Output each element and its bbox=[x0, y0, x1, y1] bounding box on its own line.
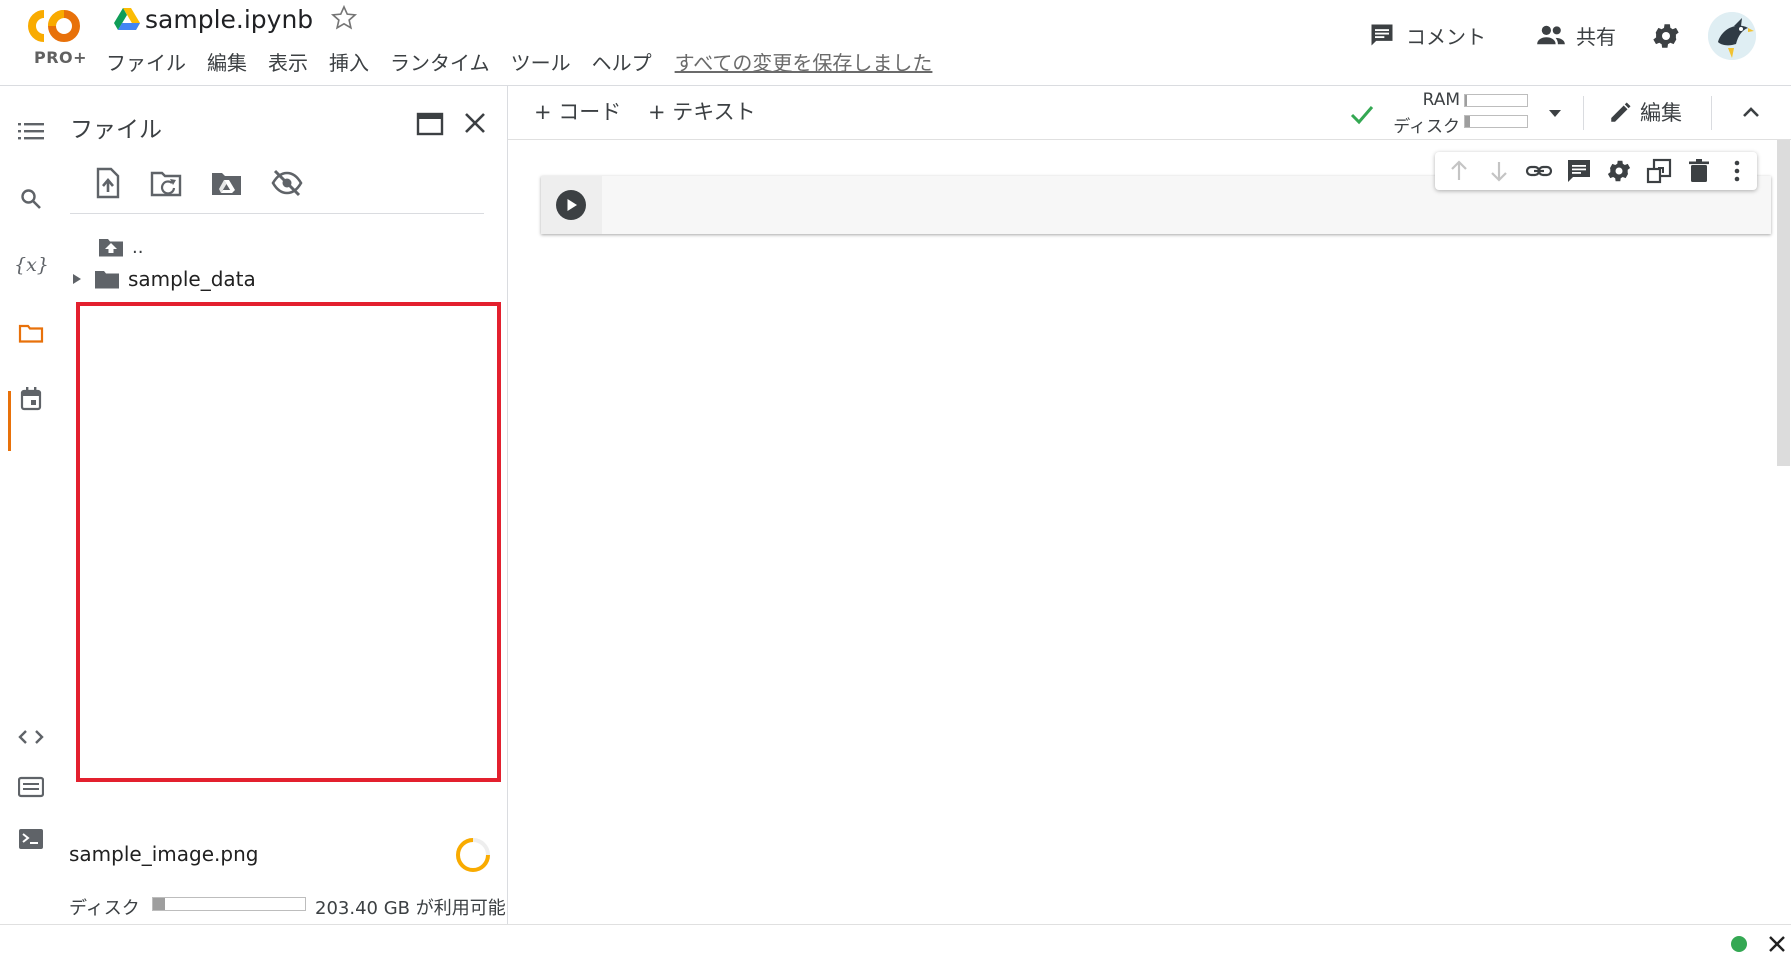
rail-files-button[interactable] bbox=[16, 318, 46, 348]
open-in-tab-icon[interactable] bbox=[416, 110, 444, 138]
rail-variables-button[interactable]: {x} bbox=[14, 250, 48, 280]
colab-logo-icon bbox=[28, 10, 80, 42]
comment-icon bbox=[1371, 24, 1393, 46]
save-status-link[interactable]: すべての変更を保存しました bbox=[675, 47, 933, 76]
table-of-contents-icon bbox=[18, 123, 44, 140]
add-text-cell-button[interactable]: + テキスト bbox=[648, 96, 756, 126]
edit-button[interactable]: 編集 bbox=[1608, 96, 1682, 128]
disk-label[interactable]: ディスク bbox=[1380, 112, 1460, 137]
notebook-toolbar: + コード + テキスト RAM ディスク 編集 bbox=[508, 86, 1791, 140]
comment-label: コメント bbox=[1406, 24, 1486, 49]
link-icon[interactable] bbox=[1525, 157, 1553, 185]
ram-usage-fill bbox=[1465, 95, 1468, 106]
menu-tools[interactable]: ツール bbox=[511, 47, 571, 76]
upload-file-icon[interactable] bbox=[90, 166, 124, 200]
people-icon bbox=[1537, 25, 1565, 45]
code-brackets-icon bbox=[18, 730, 44, 744]
disk-meter-fill bbox=[1465, 116, 1470, 127]
notebook-title[interactable]: sample.ipynb bbox=[145, 2, 313, 38]
colab-logo[interactable]: PRO+ bbox=[22, 6, 92, 67]
mirror-cell-icon[interactable] bbox=[1645, 157, 1673, 185]
file-panel: ファイル .. sample_data sample_image.png ディス… bbox=[62, 86, 508, 924]
menu-edit[interactable]: 編集 bbox=[207, 47, 247, 76]
folder-name: sample_data bbox=[128, 267, 256, 291]
keyboard-icon bbox=[18, 776, 44, 798]
folder-icon bbox=[95, 271, 119, 289]
parent-directory-label: .. bbox=[132, 236, 144, 258]
chevron-up-icon[interactable] bbox=[1736, 98, 1766, 128]
search-icon bbox=[21, 189, 41, 209]
menu-insert[interactable]: 挿入 bbox=[329, 47, 369, 76]
rail-scratch-button[interactable] bbox=[16, 384, 46, 414]
disk-usage-meter[interactable] bbox=[1464, 115, 1528, 128]
folder-icon bbox=[18, 324, 44, 343]
plan-badge: PRO+ bbox=[34, 48, 88, 67]
ram-label[interactable]: RAM bbox=[1380, 90, 1460, 110]
menu-runtime[interactable]: ランタイム bbox=[390, 47, 490, 76]
expand-arrow-icon[interactable] bbox=[70, 272, 84, 286]
move-down-icon[interactable] bbox=[1485, 157, 1513, 185]
avatar-bird-icon bbox=[1708, 12, 1756, 60]
rail-toc-button[interactable] bbox=[16, 116, 46, 146]
rail-command-palette-button[interactable] bbox=[16, 772, 46, 802]
svg-text:{x}: {x} bbox=[14, 254, 48, 276]
cell-gutter bbox=[541, 176, 602, 234]
comment-icon[interactable] bbox=[1565, 157, 1593, 185]
active-tab-indicator bbox=[8, 391, 11, 451]
share-label: 共有 bbox=[1576, 24, 1616, 49]
close-icon[interactable] bbox=[1764, 931, 1790, 957]
folder-row-sample-data[interactable]: sample_data bbox=[70, 264, 256, 294]
cell-settings-gear-icon[interactable] bbox=[1605, 157, 1633, 185]
add-code-cell-button[interactable]: + コード bbox=[534, 96, 621, 126]
refresh-folder-icon[interactable] bbox=[150, 166, 184, 200]
ram-usage-meter[interactable] bbox=[1464, 94, 1528, 107]
google-drive-icon[interactable] bbox=[114, 8, 140, 30]
user-avatar[interactable] bbox=[1708, 12, 1756, 60]
calendar-icon bbox=[20, 387, 42, 411]
move-up-icon[interactable] bbox=[1445, 157, 1473, 185]
rail-terminal-button[interactable] bbox=[16, 824, 46, 854]
delete-trash-icon[interactable] bbox=[1685, 157, 1713, 185]
share-button[interactable]: 共有 bbox=[1536, 18, 1616, 52]
hidden-files-icon[interactable] bbox=[270, 166, 304, 200]
disk-usage-bar bbox=[152, 897, 306, 911]
disk-free-text: 203.40 GB が利用可能 bbox=[315, 898, 506, 919]
left-rail: {x} bbox=[0, 86, 62, 924]
disk-usage-label: ディスク bbox=[69, 898, 140, 919]
menu-help[interactable]: ヘルプ bbox=[592, 47, 652, 76]
more-options-icon[interactable] bbox=[1723, 157, 1751, 185]
variables-icon: {x} bbox=[14, 254, 48, 276]
resources-dropdown-icon[interactable] bbox=[1542, 100, 1568, 126]
menu-view[interactable]: 表示 bbox=[268, 47, 308, 76]
toolbar-separator bbox=[1583, 96, 1584, 130]
header: PRO+ sample.ipynb ファイル 編集 表示 挿入 ランタイム ツー… bbox=[0, 0, 1791, 86]
status-bar bbox=[0, 924, 1791, 961]
scrollbar-thumb[interactable] bbox=[1777, 140, 1790, 466]
folder-up-icon bbox=[99, 239, 123, 257]
connection-status-dot[interactable] bbox=[1731, 936, 1747, 952]
menu-bar: ファイル 編集 表示 挿入 ランタイム ツール ヘルプ すべての変更を保存しまし… bbox=[106, 46, 953, 76]
run-cell-icon[interactable] bbox=[555, 189, 587, 221]
toolbar-separator bbox=[1711, 96, 1712, 130]
parent-directory-row[interactable]: .. bbox=[98, 232, 143, 262]
settings-gear-icon[interactable] bbox=[1650, 20, 1682, 52]
rail-search-button[interactable] bbox=[16, 184, 46, 214]
connected-check-icon[interactable] bbox=[1348, 100, 1376, 128]
disk-usage-fill bbox=[153, 898, 166, 910]
close-icon[interactable] bbox=[460, 108, 490, 138]
terminal-icon bbox=[19, 829, 43, 849]
upload-progress-spinner bbox=[456, 838, 490, 872]
rail-code-snippets-button[interactable] bbox=[16, 722, 46, 752]
comment-button[interactable]: コメント bbox=[1368, 18, 1486, 52]
cell-toolbar bbox=[1435, 152, 1757, 190]
pencil-icon bbox=[1611, 102, 1631, 122]
drop-target-highlight[interactable] bbox=[76, 302, 501, 782]
uploading-file-name: sample_image.png bbox=[69, 842, 259, 866]
panel-title: ファイル bbox=[70, 117, 162, 143]
edit-label: 編集 bbox=[1640, 101, 1682, 125]
mount-drive-icon[interactable] bbox=[210, 166, 244, 200]
panel-divider bbox=[70, 213, 484, 214]
star-icon[interactable] bbox=[330, 4, 358, 32]
menu-file[interactable]: ファイル bbox=[106, 47, 186, 76]
